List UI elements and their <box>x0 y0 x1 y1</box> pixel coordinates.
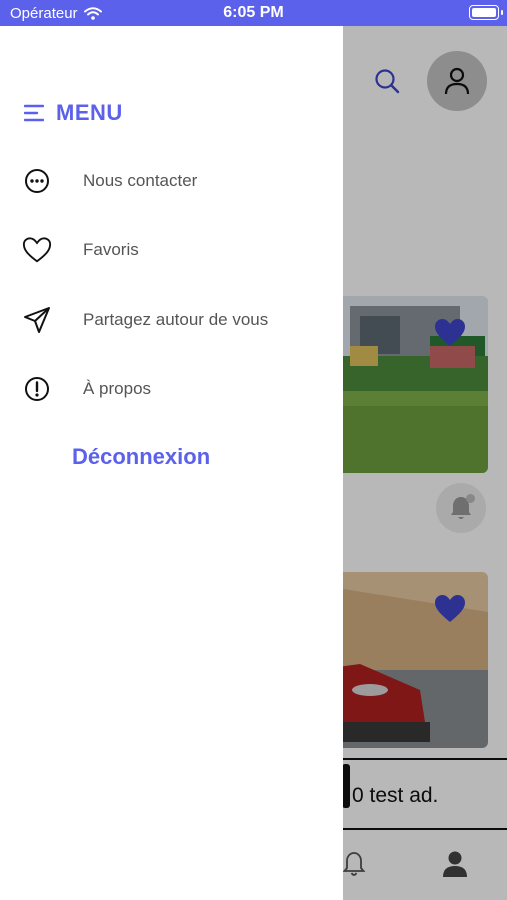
menu-item-share[interactable]: Partagez autour de vous <box>0 295 343 345</box>
menu-item-label: Favoris <box>83 240 139 259</box>
menu-item-contact[interactable]: Nous contacter <box>0 156 343 206</box>
menu-icon <box>24 104 44 122</box>
menu-item-about[interactable]: À propos <box>0 364 343 414</box>
battery-icon <box>469 5 503 20</box>
menu-item-favorites[interactable]: Favoris <box>0 225 343 275</box>
info-icon <box>22 374 52 404</box>
logout-button[interactable]: Déconnexion <box>72 444 210 470</box>
menu-item-label: Partagez autour de vous <box>83 310 269 329</box>
chat-bubble-icon <box>22 166 52 196</box>
menu-item-label: À propos <box>83 379 152 398</box>
status-time: 6:05 PM <box>223 4 284 21</box>
menu-title: MENU <box>56 100 123 125</box>
heart-icon <box>22 235 52 265</box>
side-drawer: MENU Nous contacter Favoris Partagez aut… <box>0 26 343 900</box>
menu-header[interactable]: MENU <box>24 100 123 126</box>
menu-item-label: Nous contacter <box>83 171 198 190</box>
status-bar: Opérateur 6:05 PM <box>0 0 507 26</box>
send-icon <box>22 305 52 335</box>
